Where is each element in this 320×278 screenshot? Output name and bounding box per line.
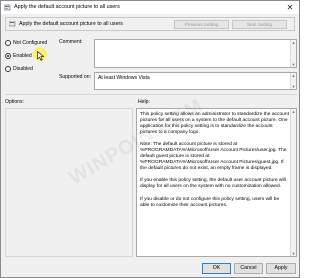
supported-on-label: Supported on:	[59, 74, 92, 80]
radio-button[interactable]	[5, 40, 11, 46]
divider	[5, 94, 297, 95]
radio-label: Not Configured	[13, 40, 48, 46]
help-scrollbar[interactable]: ▲ ▼	[290, 109, 296, 256]
supported-scrollbar[interactable]: ▲ ▼	[290, 73, 296, 89]
radio-button[interactable]	[5, 53, 11, 59]
radio-not-configured[interactable]: Not Configured	[5, 39, 47, 47]
comment-label: Comment:	[59, 39, 83, 45]
help-paragraph: If you disable or do not configure this …	[140, 196, 280, 208]
setting-title: Apply the default account picture to all…	[19, 21, 123, 27]
previous-setting-button[interactable]: Previous Setting	[174, 20, 229, 29]
next-setting-button[interactable]: Next Setting	[232, 20, 287, 29]
scroll-up-icon[interactable]: ▲	[291, 40, 296, 45]
supported-on-value: At least Windows Vista	[98, 75, 150, 81]
scroll-down-icon[interactable]: ▼	[291, 251, 296, 256]
radio-enabled[interactable]: Enabled	[5, 52, 32, 60]
help-paragraph: If you enable this policy setting, the d…	[140, 178, 286, 190]
help-paragraph: Note: The default account picture is sto…	[140, 142, 287, 172]
radio-button[interactable]	[5, 66, 11, 72]
scroll-up-icon[interactable]: ▲	[291, 73, 296, 78]
comment-textbox[interactable]: ▲ ▼	[94, 39, 297, 68]
close-icon[interactable]: ✕	[284, 2, 296, 13]
help-label: Help:	[138, 99, 150, 105]
scroll-down-icon[interactable]: ▼	[291, 62, 296, 67]
window-title: Apply the default account picture to all…	[14, 4, 120, 10]
policy-icon	[9, 21, 16, 27]
radio-label: Disabled	[13, 66, 33, 72]
supported-on-box: At least Windows Vista ▲ ▼	[94, 72, 297, 90]
scroll-down-icon[interactable]: ▼	[291, 84, 296, 89]
cancel-button[interactable]: Cancel	[234, 263, 263, 274]
scroll-up-icon[interactable]: ▲	[291, 109, 296, 114]
radio-label: Enabled	[13, 53, 32, 59]
ok-button[interactable]: OK	[202, 263, 231, 274]
title-bar: Apply the default account picture to all…	[1, 1, 299, 14]
options-label: Options:	[5, 99, 24, 105]
policy-icon	[4, 4, 11, 11]
mouse-cursor-icon	[37, 51, 45, 61]
options-panel	[5, 108, 133, 257]
comment-scrollbar[interactable]: ▲ ▼	[290, 40, 296, 67]
radio-disabled[interactable]: Disabled	[5, 65, 33, 73]
policy-dialog: Apply the default account picture to all…	[0, 0, 300, 278]
setting-header: Apply the default account picture to all…	[5, 17, 295, 31]
apply-button[interactable]: Apply	[266, 263, 296, 274]
